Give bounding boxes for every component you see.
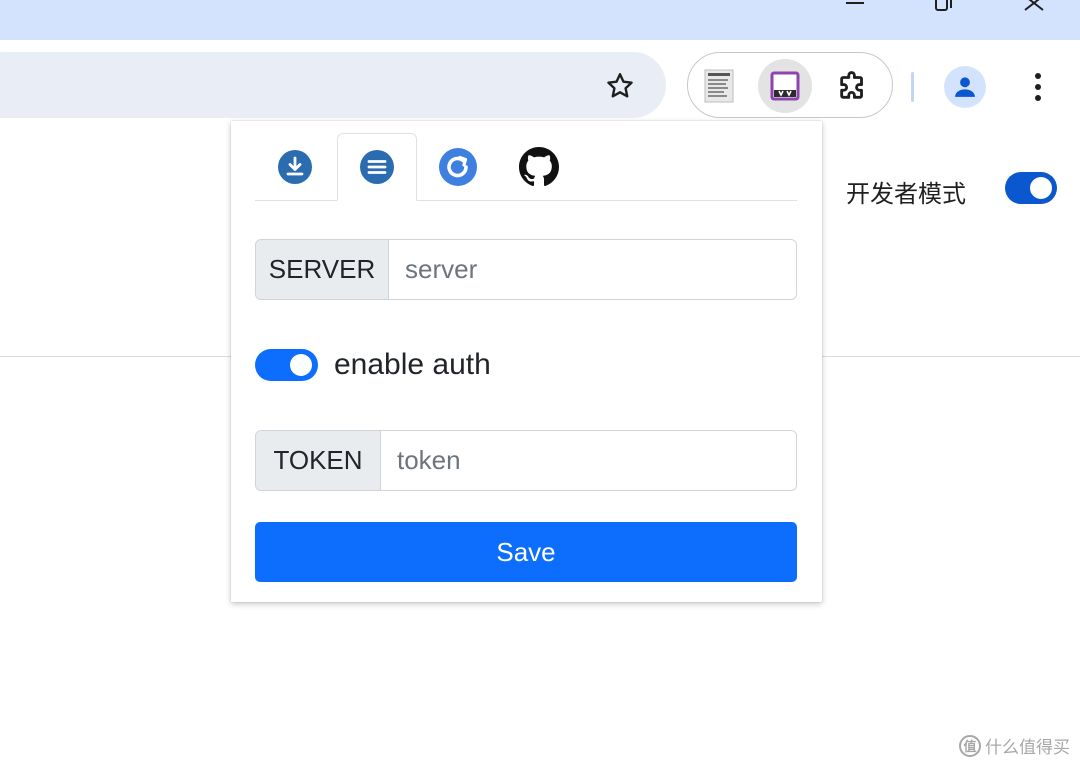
toggle-knob [290,354,312,376]
tab-download[interactable] [255,133,335,200]
minimize-icon [846,2,864,4]
extension-doc-button[interactable] [692,59,746,113]
enable-auth-row: enable auth [255,345,491,385]
toolbar-divider [911,72,914,102]
extension-aria2-icon [770,71,800,101]
address-bar[interactable] [0,52,666,118]
developer-mode-label: 开发者模式 [846,180,966,208]
browser-titlebar [0,0,1080,40]
minimize-button[interactable] [836,0,876,14]
refresh-icon [439,147,477,186]
server-input-group: SERVER [255,239,797,300]
developer-mode-toggle[interactable] [1005,172,1057,204]
token-label: TOKEN [256,431,381,490]
extension-popup: SERVER enable auth TOKEN Save [231,121,822,602]
more-vertical-icon [1035,73,1041,101]
tab-github[interactable] [499,133,579,200]
tab-list[interactable] [337,133,417,201]
restore-icon [935,0,952,11]
extensions-menu-button[interactable] [826,59,880,113]
enable-auth-toggle[interactable] [255,349,318,381]
download-icon [278,149,312,184]
puzzle-icon [840,71,863,99]
save-button[interactable]: Save [255,522,797,582]
bookmark-button[interactable] [598,64,642,108]
toggle-knob [1030,177,1052,199]
extensions-group [687,52,893,118]
list-icon [360,150,394,184]
watermark: 值 什么值得买 [959,733,1070,758]
close-icon [1024,0,1044,11]
server-label: SERVER [256,240,389,299]
enable-auth-label: enable auth [334,348,491,381]
token-input-group: TOKEN [255,430,797,491]
extension-aria2-button[interactable] [758,59,812,113]
token-input[interactable] [381,431,796,490]
restore-button[interactable] [924,0,964,14]
profile-icon [955,77,975,97]
server-input[interactable] [389,240,796,299]
close-button[interactable] [1014,0,1054,14]
browser-menu-button[interactable] [1018,66,1058,108]
watermark-logo: 值 [959,734,981,757]
github-icon [519,146,559,186]
popup-tabs [255,133,797,201]
tab-refresh[interactable] [418,133,498,200]
watermark-text: 什么值得买 [985,738,1070,758]
star-icon [607,73,633,98]
extension-doc-icon [704,69,734,103]
browser-toolbar [0,40,1080,133]
profile-button[interactable] [944,66,986,108]
